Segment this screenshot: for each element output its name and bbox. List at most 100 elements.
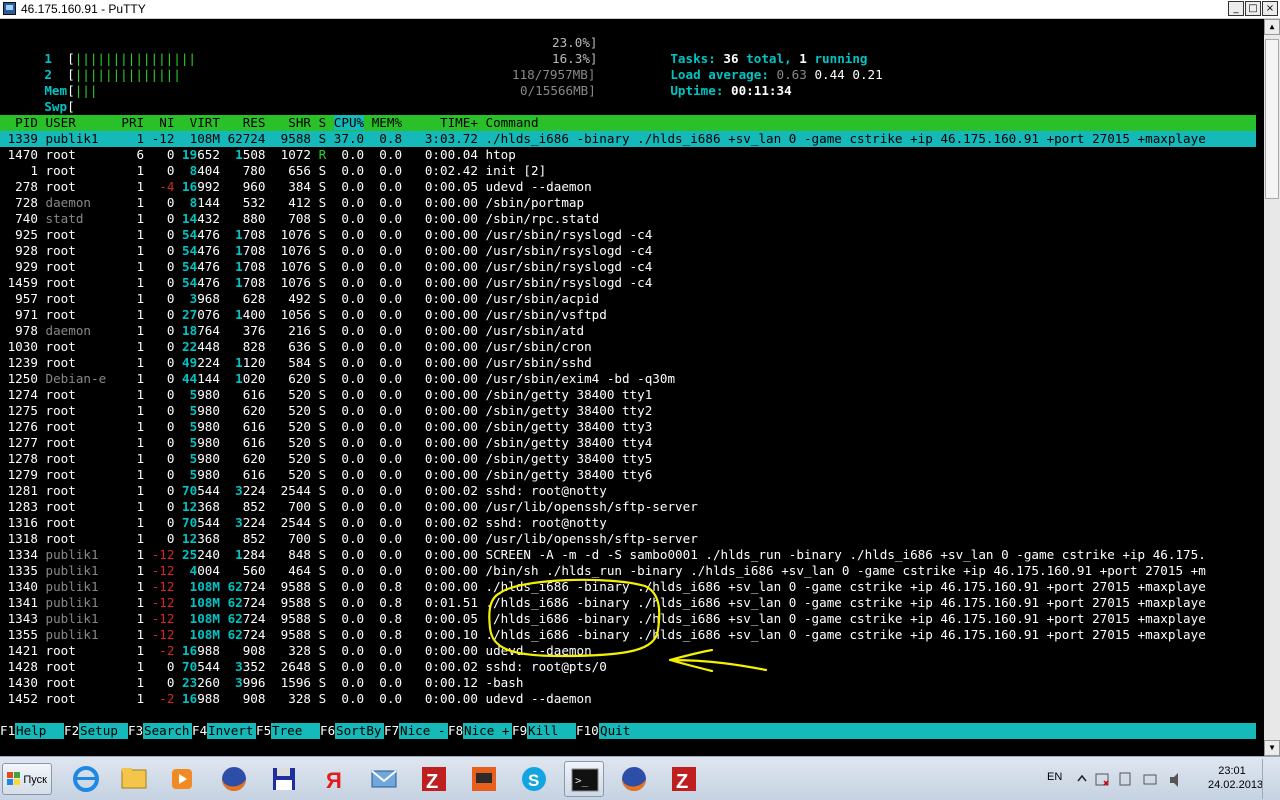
table-row[interactable]: 1452 root 1 -2 16988 908 328 S 0.0 0.0 0… [0,691,592,707]
fkey-label-f5[interactable]: Tree [272,723,302,739]
column-header[interactable]: Command [486,115,539,130]
table-row[interactable]: 1281 root 1 0 70544 3224 2544 S 0.0 0.0 … [0,483,607,499]
fkey-label-f10[interactable]: Quit [600,723,630,739]
virt-cell: 992 [197,179,220,194]
scrollbar-thumb[interactable] [1265,39,1279,199]
game-app-icon[interactable] [464,761,504,797]
table-row[interactable]: 1274 root 1 0 5980 616 520 S 0.0 0.0 0:0… [0,387,653,403]
scroll-down-icon[interactable]: ▼ [1264,740,1280,756]
column-header[interactable]: NI [152,115,174,130]
table-row[interactable]: 1250 Debian-e 1 0 44144 1020 620 S 0.0 0… [0,371,675,387]
pid-cell: 1281 [0,483,38,498]
yandex-browser-icon[interactable]: Я [314,761,354,797]
column-header[interactable]: PRI [121,115,144,130]
column-header[interactable]: SHR [273,115,311,130]
table-row[interactable]: 1355 publik1 1 -12 108M 62724 9588 S 0.0… [0,627,1206,643]
column-header[interactable]: CPU% [333,115,365,130]
fkey-f8[interactable]: F8 [448,723,464,739]
fkey-f10[interactable]: F10 [576,723,599,739]
fkey-f5[interactable]: F5 [256,723,272,739]
fkey-label-f9[interactable]: Kill [528,723,558,739]
language-indicator[interactable]: EN [1047,771,1062,800]
cpu-cell: 0.0 [333,403,365,418]
table-row[interactable]: 971 root 1 0 27076 1400 1056 S 0.0 0.0 0… [0,307,607,323]
table-row[interactable]: 1316 root 1 0 70544 3224 2544 S 0.0 0.0 … [0,515,607,531]
fkey-f3[interactable]: F3 [128,723,144,739]
fkey-label-f6[interactable]: SortBy [336,723,382,739]
file-explorer-icon[interactable] [114,761,154,797]
pri-cell: 1 [121,531,145,546]
show-desktop-button[interactable] [1262,759,1279,799]
table-row[interactable]: 1470 root 6 0 19652 1508 1072 R 0.0 0.0 … [0,147,516,163]
table-row[interactable]: 1334 publik1 1 -12 25240 1284 848 S 0.0 … [0,547,1206,563]
table-row[interactable]: 1318 root 1 0 12368 852 700 S 0.0 0.0 0:… [0,531,698,547]
maximize-button[interactable]: □ [1245,1,1261,16]
ni-cell: -12 [151,547,175,562]
column-header[interactable]: MEM% [372,115,402,130]
table-row[interactable]: 1279 root 1 0 5980 616 520 S 0.0 0.0 0:0… [0,467,653,483]
table-row[interactable]: 925 root 1 0 54476 1708 1076 S 0.0 0.0 0… [0,227,652,243]
firefox-icon[interactable] [614,761,654,797]
clock[interactable]: 23:01 24.02.2013 [1208,765,1263,800]
scroll-up-icon[interactable]: ▲ [1264,19,1280,35]
table-row[interactable]: 728 daemon 1 0 8144 532 412 S 0.0 0.0 0:… [0,195,584,211]
table-row[interactable]: 1275 root 1 0 5980 620 520 S 0.0 0.0 0:0… [0,403,653,419]
column-header[interactable]: PID [0,115,38,130]
table-row[interactable]: 1340 publik1 1 -12 108M 62724 9588 S 0.0… [0,579,1206,595]
table-row[interactable]: 1 root 1 0 8404 780 656 S 0.0 0.0 0:02.4… [0,163,546,179]
fkey-label-f1[interactable]: Help [16,723,46,739]
table-row[interactable]: 929 root 1 0 54476 1708 1076 S 0.0 0.0 0… [0,259,652,275]
column-header[interactable]: VIRT [182,115,220,130]
table-row[interactable]: 740 statd 1 0 14432 880 708 S 0.0 0.0 0:… [0,211,599,227]
table-row[interactable]: 957 root 1 0 3968 628 492 S 0.0 0.0 0:00… [0,291,599,307]
column-header[interactable]: USER [46,115,114,130]
save-disk-icon[interactable] [264,761,304,797]
filezilla-icon[interactable]: Z [414,761,454,797]
fkey-f1[interactable]: F1 [0,723,16,739]
table-row[interactable]: 278 root 1 -4 16992 960 384 S 0.0 0.0 0:… [0,179,592,195]
system-tray[interactable] [1074,765,1194,800]
table-row[interactable]: 1428 root 1 0 70544 3352 2648 S 0.0 0.0 … [0,659,607,675]
command-prompt-icon[interactable]: >_ [564,761,604,797]
fkey-f9[interactable]: F9 [512,723,528,739]
table-row[interactable]: 1283 root 1 0 12368 852 700 S 0.0 0.0 0:… [0,499,698,515]
column-header[interactable]: TIME+ [410,115,478,130]
table-row[interactable]: 1276 root 1 0 5980 616 520 S 0.0 0.0 0:0… [0,419,653,435]
column-header[interactable]: S [319,115,327,130]
window-titlebar[interactable]: 46.175.160.91 - PuTTY _ □ × [0,0,1280,19]
table-row-selected[interactable]: 1339 publik1 1 -12 108M 62724 9588 S 37.… [0,131,1206,147]
terminal-area[interactable]: 1 [|||||||||||||||| 23.0%] 2 [||||||||||… [0,19,1264,756]
media-player-icon[interactable] [162,761,202,797]
fkey-label-f4[interactable]: Invert [208,723,254,739]
start-button[interactable]: Пуск [2,763,52,795]
fkey-label-f2[interactable]: Setup [80,723,118,739]
table-row[interactable]: 1335 publik1 1 -12 4004 560 464 S 0.0 0.… [0,563,1206,579]
table-row[interactable]: 1239 root 1 0 49224 1120 584 S 0.0 0.0 0… [0,355,592,371]
table-row[interactable]: 1277 root 1 0 5980 616 520 S 0.0 0.0 0:0… [0,435,653,451]
table-row[interactable]: 928 root 1 0 54476 1708 1076 S 0.0 0.0 0… [0,243,652,259]
internet-explorer-icon[interactable] [66,761,106,797]
fkey-label-f3[interactable]: Search [144,723,190,739]
fkey-f6[interactable]: F6 [320,723,336,739]
table-row[interactable]: 1430 root 1 0 23260 3996 1596 S 0.0 0.0 … [0,675,524,691]
filezilla-icon[interactable]: Z [664,761,704,797]
fkey-f4[interactable]: F4 [192,723,208,739]
fkey-label-f7[interactable]: Nice - [400,723,446,739]
table-row[interactable]: 1030 root 1 0 22448 828 636 S 0.0 0.0 0:… [0,339,592,355]
fkey-f7[interactable]: F7 [384,723,400,739]
table-row[interactable]: 1421 root 1 -2 16988 908 328 S 0.0 0.0 0… [0,643,592,659]
column-header[interactable]: RES [228,115,266,130]
minimize-button[interactable]: _ [1228,1,1244,16]
fkey-label-f8[interactable]: Nice + [464,723,510,739]
firefox-icon[interactable] [214,761,254,797]
table-row[interactable]: 1459 root 1 0 54476 1708 1076 S 0.0 0.0 … [0,275,653,291]
fkey-f2[interactable]: F2 [64,723,80,739]
table-row[interactable]: 978 daemon 1 0 18764 376 216 S 0.0 0.0 0… [0,323,584,339]
mail-icon[interactable] [364,761,404,797]
skype-icon[interactable]: S [514,761,554,797]
table-row[interactable]: 1343 publik1 1 -12 108M 62724 9588 S 0.0… [0,611,1206,627]
close-button[interactable]: × [1262,1,1278,16]
table-row[interactable]: 1341 publik1 1 -12 108M 62724 9588 S 0.0… [0,595,1206,611]
vertical-scrollbar[interactable]: ▲ ▼ [1264,19,1280,756]
table-row[interactable]: 1278 root 1 0 5980 620 520 S 0.0 0.0 0:0… [0,451,653,467]
